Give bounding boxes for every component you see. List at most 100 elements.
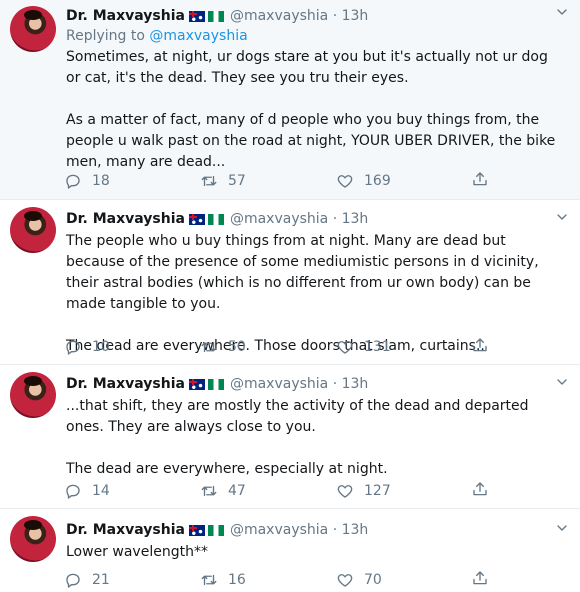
tweet-text: Sometimes, at night, ur dogs stare at yo… — [66, 47, 566, 173]
reply-icon — [64, 172, 82, 190]
separator-dot: · — [332, 211, 338, 227]
replying-to-link[interactable]: @maxvayshia — [149, 28, 247, 44]
retweet-button[interactable]: 47 — [200, 480, 246, 502]
display-name[interactable]: Dr. Maxvayshia — [66, 211, 185, 227]
chevron-down-icon[interactable] — [554, 4, 570, 20]
reply-icon — [64, 338, 82, 356]
retweet-count: 57 — [228, 173, 246, 189]
separator-dot: · — [332, 376, 338, 392]
heart-icon — [336, 482, 354, 500]
retweet-button[interactable]: 16 — [200, 569, 246, 591]
user-handle[interactable]: @maxvayshia — [230, 8, 328, 24]
tweet-paragraph: The people who u buy things from at nigh… — [66, 233, 539, 312]
tweet-header: Dr. Maxvayshia @maxvayshia · 13h — [66, 6, 570, 26]
avatar[interactable] — [10, 372, 56, 418]
nigeria-flag-icon — [207, 525, 224, 536]
nigeria-flag-icon — [207, 214, 224, 225]
retweet-count: 47 — [228, 483, 246, 499]
tweet[interactable]: Dr. Maxvayshia @maxvayshia · 13h The peop… — [0, 201, 580, 365]
chevron-down-icon[interactable] — [554, 209, 570, 225]
reply-button[interactable]: 10 — [64, 336, 110, 358]
like-button[interactable]: 131 — [336, 336, 391, 358]
like-count: 127 — [364, 483, 391, 499]
tweet-actions: 10 50 131 — [64, 336, 504, 358]
display-name[interactable]: Dr. Maxvayshia — [66, 522, 185, 538]
reply-icon — [64, 571, 82, 589]
share-icon — [471, 480, 489, 498]
retweet-button[interactable]: 50 — [200, 336, 246, 358]
share-button[interactable] — [471, 170, 489, 188]
timestamp[interactable]: 13h — [342, 211, 369, 227]
like-button[interactable]: 70 — [336, 569, 382, 591]
retweet-icon — [200, 571, 218, 589]
like-count: 169 — [364, 173, 391, 189]
retweet-count: 50 — [228, 339, 246, 355]
tweet[interactable]: Dr. Maxvayshia @maxvayshia · 13h Lower wa… — [0, 510, 580, 592]
replying-to-label: Replying to — [66, 28, 145, 44]
tweet-actions: 14 47 127 — [64, 480, 504, 502]
tweet-paragraph: ...that shift, they are mostly the activ… — [66, 398, 529, 435]
tweet[interactable]: Dr. Maxvayshia @maxvayshia · 13h ...that … — [0, 366, 580, 509]
like-button[interactable]: 169 — [336, 170, 391, 192]
reply-button[interactable]: 21 — [64, 569, 110, 591]
tweet-text: ...that shift, they are mostly the activ… — [66, 396, 566, 480]
australia-flag-icon — [188, 214, 205, 225]
share-button[interactable] — [471, 336, 489, 354]
share-icon — [471, 170, 489, 188]
reply-button[interactable]: 18 — [64, 170, 110, 192]
flag-emojis — [188, 8, 227, 28]
tweet-actions: 21 16 70 — [64, 569, 504, 591]
reply-count: 14 — [92, 483, 110, 499]
user-handle[interactable]: @maxvayshia — [230, 376, 328, 392]
retweet-icon — [200, 482, 218, 500]
avatar[interactable] — [10, 6, 56, 52]
share-button[interactable] — [471, 569, 489, 587]
tweet-paragraph: Lower wavelength** — [66, 544, 208, 560]
separator-dot: · — [332, 8, 338, 24]
display-name[interactable]: Dr. Maxvayshia — [66, 8, 185, 24]
chevron-down-icon[interactable] — [554, 374, 570, 390]
avatar[interactable] — [10, 207, 56, 253]
share-icon — [471, 569, 489, 587]
display-name[interactable]: Dr. Maxvayshia — [66, 376, 185, 392]
tweet-text: Lower wavelength** — [66, 542, 566, 563]
australia-flag-icon — [188, 525, 205, 536]
reply-count: 10 — [92, 339, 110, 355]
tweet[interactable]: Dr. Maxvayshia @maxvayshia · 13h Replying… — [0, 0, 580, 200]
timestamp[interactable]: 13h — [342, 8, 369, 24]
tweet-actions: 18 57 169 — [64, 170, 504, 192]
nigeria-flag-icon — [207, 379, 224, 390]
tweet-paragraph: The dead are everywhere, especially at n… — [66, 461, 388, 477]
share-icon — [471, 336, 489, 354]
flag-emojis — [188, 211, 227, 231]
nigeria-flag-icon — [207, 11, 224, 22]
chevron-down-icon[interactable] — [554, 520, 570, 536]
like-button[interactable]: 127 — [336, 480, 391, 502]
retweet-icon — [200, 338, 218, 356]
share-button[interactable] — [471, 480, 489, 498]
australia-flag-icon — [188, 379, 205, 390]
tweet-header: Dr. Maxvayshia @maxvayshia · 13h — [66, 374, 570, 394]
timestamp[interactable]: 13h — [342, 522, 369, 538]
flag-emojis — [188, 376, 227, 396]
like-count: 131 — [364, 339, 391, 355]
tweet-header: Dr. Maxvayshia @maxvayshia · 13h — [66, 209, 570, 229]
heart-icon — [336, 172, 354, 190]
separator-dot: · — [332, 522, 338, 538]
retweet-count: 16 — [228, 572, 246, 588]
reply-icon — [64, 482, 82, 500]
like-count: 70 — [364, 572, 382, 588]
tweet-header: Dr. Maxvayshia @maxvayshia · 13h — [66, 520, 570, 540]
australia-flag-icon — [188, 11, 205, 22]
retweet-icon — [200, 172, 218, 190]
user-handle[interactable]: @maxvayshia — [230, 522, 328, 538]
reply-count: 21 — [92, 572, 110, 588]
replying-to: Replying to @maxvayshia — [66, 26, 248, 46]
reply-button[interactable]: 14 — [64, 480, 110, 502]
reply-count: 18 — [92, 173, 110, 189]
tweet-paragraph: As a matter of fact, many of d people wh… — [66, 112, 556, 170]
user-handle[interactable]: @maxvayshia — [230, 211, 328, 227]
timestamp[interactable]: 13h — [342, 376, 369, 392]
avatar[interactable] — [10, 516, 56, 562]
retweet-button[interactable]: 57 — [200, 170, 246, 192]
